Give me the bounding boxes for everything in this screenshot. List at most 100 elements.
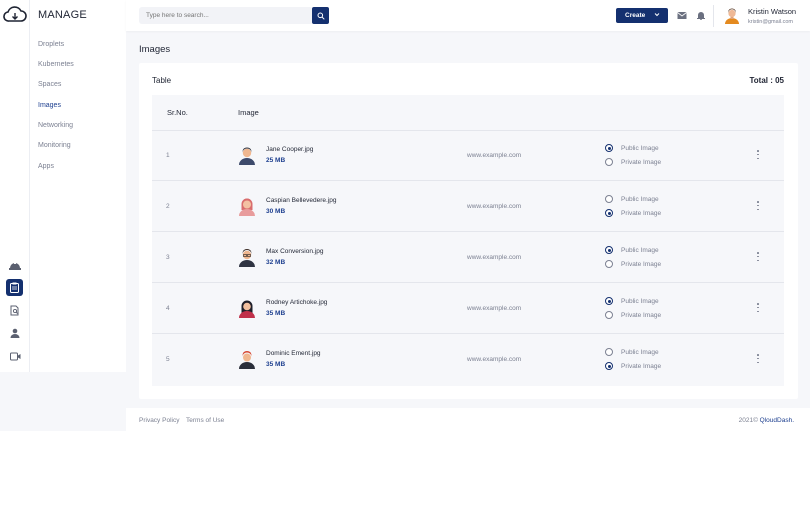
copyright-year: 2021© — [738, 417, 758, 424]
file-url[interactable]: www.example.com — [467, 305, 521, 312]
user-email: kristin@gmail.com — [748, 19, 794, 25]
user-icon[interactable] — [6, 325, 24, 341]
woman-dark-hair-icon — [239, 300, 255, 318]
user-name[interactable]: Kristin Watson — [748, 7, 796, 16]
man-red-hair-icon — [239, 351, 255, 369]
row-number: 3 — [166, 254, 170, 261]
public-image-radio[interactable]: Public Image — [605, 144, 659, 152]
radio-label: Private Image — [621, 260, 662, 268]
public-image-radio[interactable]: Public Image — [605, 297, 659, 305]
radio-circle[interactable] — [605, 260, 613, 268]
radio-circle[interactable] — [605, 362, 613, 370]
sidebar-item-droplets[interactable]: Droplets — [38, 41, 64, 48]
radio-label: Public Image — [621, 144, 659, 152]
radio-circle[interactable] — [605, 297, 613, 305]
create-button[interactable]: Create — [616, 8, 668, 23]
radio-label: Public Image — [621, 246, 659, 254]
radio-label: Private Image — [621, 362, 662, 370]
file-size: 32 MB — [266, 259, 286, 266]
table-row: 1 Jane Cooper.jpg 25 MB www.example.com … — [152, 130, 784, 181]
cloud-logo-icon[interactable] — [3, 5, 27, 25]
radio-circle[interactable] — [605, 209, 613, 217]
radio-circle[interactable] — [605, 348, 613, 356]
app-shell: MANAGE Droplets Kubernetes Spaces Images… — [0, 0, 810, 431]
icon-rail — [0, 0, 30, 372]
file-name[interactable]: Dominic Ement.jpg — [266, 350, 321, 357]
file-size: 25 MB — [266, 157, 286, 164]
file-url[interactable]: www.example.com — [467, 152, 521, 159]
file-name[interactable]: Jane Cooper.jpg — [266, 146, 313, 153]
footer: Privacy Policy Terms of Use 2021© QloudD… — [126, 408, 810, 431]
sidebar-item-monitoring[interactable]: Monitoring — [38, 142, 71, 149]
radio-circle[interactable] — [605, 311, 613, 319]
radio-label: Public Image — [621, 348, 659, 356]
file-url[interactable]: www.example.com — [467, 356, 521, 363]
table-row: 5 Dominic Ement.jpg 35 MB www.example.co… — [152, 334, 784, 385]
create-button-label: Create — [625, 12, 646, 19]
file-size: 35 MB — [266, 361, 286, 368]
more-options-icon[interactable] — [756, 150, 760, 159]
private-image-radio[interactable]: Private Image — [605, 311, 661, 319]
more-options-icon[interactable] — [756, 252, 760, 261]
images-table: Sr.No. Image 1 Jane Cooper.jpg 25 MB www… — [152, 95, 784, 386]
table-row: 2 Caspian Bellevedere.jpg 30 MB www.exam… — [152, 181, 784, 232]
table-body: 1 Jane Cooper.jpg 25 MB www.example.com … — [152, 130, 784, 386]
private-image-radio[interactable]: Private Image — [605, 158, 661, 166]
bell-icon[interactable] — [696, 11, 706, 20]
header-divider — [713, 5, 714, 27]
public-image-radio[interactable]: Public Image — [605, 348, 659, 356]
file-name[interactable]: Max Conversion.jpg — [266, 248, 323, 255]
search-input[interactable] — [139, 7, 313, 24]
sidebar-item-apps[interactable]: Apps — [38, 163, 54, 170]
radio-circle[interactable] — [605, 158, 613, 166]
man-glasses-icon — [239, 249, 255, 267]
more-options-icon[interactable] — [756, 201, 760, 210]
top-header: Create Kristin Watson kristin@gmail.com — [126, 0, 810, 31]
woman-icon — [239, 198, 255, 216]
file-name[interactable]: Rodney Artichoke.jpg — [266, 299, 327, 306]
mail-icon[interactable] — [677, 11, 687, 20]
radio-circle[interactable] — [605, 144, 613, 152]
radio-label: Private Image — [621, 158, 662, 166]
sidebar-menu: MANAGE Droplets Kubernetes Spaces Images… — [30, 0, 126, 372]
search-button[interactable] — [312, 7, 329, 24]
helmet-icon[interactable] — [6, 257, 24, 273]
file-url[interactable]: www.example.com — [467, 203, 521, 210]
file-url[interactable]: www.example.com — [467, 254, 521, 261]
document-search-icon[interactable] — [6, 302, 24, 318]
terms-of-use-link[interactable]: Terms of Use — [186, 417, 224, 424]
column-header-srno: Sr.No. — [167, 108, 188, 117]
more-options-icon[interactable] — [756, 303, 760, 312]
radio-label: Public Image — [621, 297, 659, 305]
private-image-radio[interactable]: Private Image — [605, 362, 661, 370]
video-icon[interactable] — [6, 348, 24, 364]
chevron-down-icon — [654, 13, 660, 17]
radio-label: Public Image — [621, 195, 659, 203]
brand-link[interactable]: QloudDash. — [760, 417, 794, 424]
sidebar-item-images[interactable]: Images — [38, 102, 61, 109]
public-image-radio[interactable]: Public Image — [605, 195, 659, 203]
column-header-image: Image — [238, 108, 259, 117]
public-image-radio[interactable]: Public Image — [605, 246, 659, 254]
more-options-icon[interactable] — [756, 354, 760, 363]
file-name[interactable]: Caspian Bellevedere.jpg — [266, 197, 336, 204]
search-icon — [317, 12, 325, 20]
man-icon — [239, 147, 255, 165]
table-row: 3 Max Conversion.jpg 32 MB www.example.c… — [152, 232, 784, 283]
radio-label: Private Image — [621, 311, 662, 319]
copyright: 2021© QloudDash. — [739, 417, 794, 424]
row-number: 1 — [166, 152, 170, 159]
total-count: Total : 05 — [749, 76, 784, 85]
private-image-radio[interactable]: Private Image — [605, 209, 661, 217]
clipboard-icon[interactable] — [6, 279, 23, 296]
sidebar-item-networking[interactable]: Networking — [38, 122, 73, 129]
radio-circle[interactable] — [605, 195, 613, 203]
sidebar-item-kubernetes[interactable]: Kubernetes — [38, 61, 74, 68]
sidebar-item-spaces[interactable]: Spaces — [38, 81, 61, 88]
row-number: 5 — [166, 356, 170, 363]
private-image-radio[interactable]: Private Image — [605, 260, 661, 268]
privacy-policy-link[interactable]: Privacy Policy — [139, 417, 179, 424]
radio-circle[interactable] — [605, 246, 613, 254]
images-card: Table Total : 05 Sr.No. Image 1 Jane Coo… — [139, 63, 798, 399]
user-avatar[interactable] — [723, 6, 741, 24]
